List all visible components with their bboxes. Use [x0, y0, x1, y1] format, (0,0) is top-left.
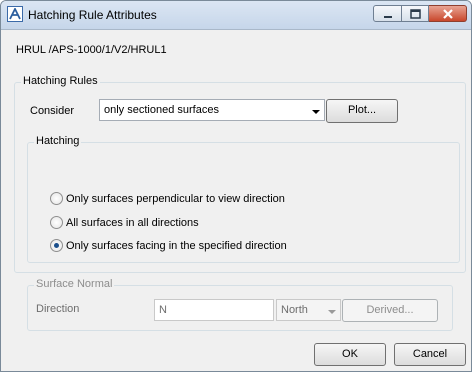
direction-label: Direction: [36, 303, 80, 315]
title-bar[interactable]: Hatching Rule Attributes: [1, 1, 471, 30]
radio-specified-direction-label: Only surfaces facing in the specified di…: [66, 240, 287, 252]
cancel-button[interactable]: Cancel: [394, 343, 466, 366]
direction-dropdown[interactable]: North: [276, 299, 341, 321]
radio-all-directions[interactable]: All surfaces in all directions: [50, 215, 430, 231]
derived-button[interactable]: Derived...: [342, 299, 438, 322]
radio-perpendicular-circle[interactable]: [50, 192, 63, 205]
direction-dropdown-value: North: [281, 304, 308, 316]
consider-label: Consider: [30, 105, 75, 117]
maximize-icon: [410, 9, 421, 19]
element-path: HRUL /APS-1000/1/V2/HRUL1: [16, 44, 167, 56]
radio-perpendicular-label: Only surfaces perpendicular to view dire…: [66, 193, 285, 205]
radio-perpendicular[interactable]: Only surfaces perpendicular to view dire…: [50, 191, 430, 207]
consider-value: only sectioned surfaces: [104, 104, 219, 116]
hatching-rules-group-label: Hatching Rules: [21, 75, 100, 87]
consider-dropdown[interactable]: only sectioned surfaces: [99, 99, 325, 121]
direction-input-value: N: [159, 304, 167, 316]
ok-button[interactable]: OK: [314, 343, 386, 366]
app-icon: [7, 6, 23, 22]
chevron-down-icon: [312, 106, 320, 118]
close-button[interactable]: [429, 5, 467, 22]
window-title: Hatching Rule Attributes: [28, 8, 157, 22]
maximize-button[interactable]: [402, 5, 429, 22]
chevron-down-icon: [328, 306, 336, 318]
minimize-button[interactable]: [373, 5, 402, 22]
close-icon: [443, 9, 453, 19]
radio-all-directions-circle[interactable]: [50, 216, 63, 229]
radio-all-directions-label: All surfaces in all directions: [66, 217, 199, 229]
hatching-group-label: Hatching: [34, 135, 82, 147]
direction-input[interactable]: N: [154, 299, 274, 321]
radio-specified-direction-circle[interactable]: [50, 239, 63, 252]
dialog-window: Hatching Rule Attributes HRUL /APS-1000/…: [0, 0, 472, 372]
surface-normal-group-label: Surface Normal: [34, 278, 115, 290]
plot-button[interactable]: Plot...: [326, 99, 398, 123]
radio-specified-direction[interactable]: Only surfaces facing in the specified di…: [50, 238, 430, 254]
minimize-icon: [384, 16, 392, 18]
